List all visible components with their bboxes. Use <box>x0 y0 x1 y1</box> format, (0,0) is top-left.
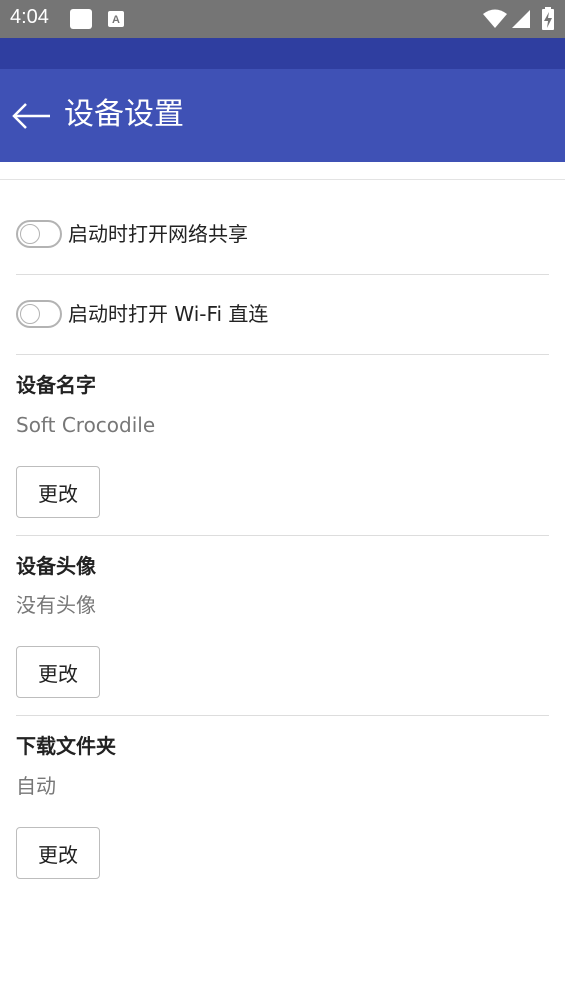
status-time: 4:04 <box>10 6 49 28</box>
battery-charging-icon <box>541 7 555 35</box>
device-avatar-title: 设备头像 <box>16 554 96 578</box>
font-a-icon: A <box>107 10 125 32</box>
wifi-direct-toggle-row[interactable]: 启动时打开 Wi-Fi 直连 <box>16 292 549 336</box>
wifi-icon <box>482 9 508 33</box>
device-avatar-value: 没有头像 <box>16 593 96 617</box>
hotspot-label: 启动时打开网络共享 <box>68 222 248 246</box>
download-folder-title: 下载文件夹 <box>16 734 116 758</box>
switch-knob <box>20 224 40 244</box>
settings-content: 启动时打开网络共享 启动时打开 Wi-Fi 直连 设备名字 Soft Croco… <box>0 162 565 1004</box>
arrow-left-icon <box>12 103 50 129</box>
download-folder-value: 自动 <box>16 774 56 798</box>
hotspot-toggle-row[interactable]: 启动时打开网络共享 <box>16 212 549 256</box>
wifi-direct-label: 启动时打开 Wi-Fi 直连 <box>68 302 269 326</box>
device-name-value: Soft Crocodile <box>16 413 156 437</box>
wifi-direct-switch[interactable] <box>16 300 62 328</box>
divider <box>16 535 549 536</box>
change-download-folder-button[interactable]: 更改 <box>16 827 100 879</box>
app-bar-strip <box>0 38 565 69</box>
switch-knob <box>20 304 40 324</box>
divider <box>16 354 549 355</box>
svg-text:A: A <box>112 14 120 26</box>
change-device-name-button[interactable]: 更改 <box>16 466 100 518</box>
status-bar: 4:04 A <box>0 0 565 38</box>
divider <box>0 179 565 180</box>
device-name-title: 设备名字 <box>16 373 96 397</box>
toolbar: 设备设置 <box>0 69 565 162</box>
square-notification-icon <box>69 8 93 34</box>
divider <box>16 274 549 275</box>
cell-signal-icon <box>511 9 531 33</box>
back-button[interactable] <box>8 95 56 137</box>
hotspot-switch[interactable] <box>16 220 62 248</box>
change-device-avatar-button[interactable]: 更改 <box>16 646 100 698</box>
divider <box>16 715 549 716</box>
page-title: 设备设置 <box>64 97 184 132</box>
